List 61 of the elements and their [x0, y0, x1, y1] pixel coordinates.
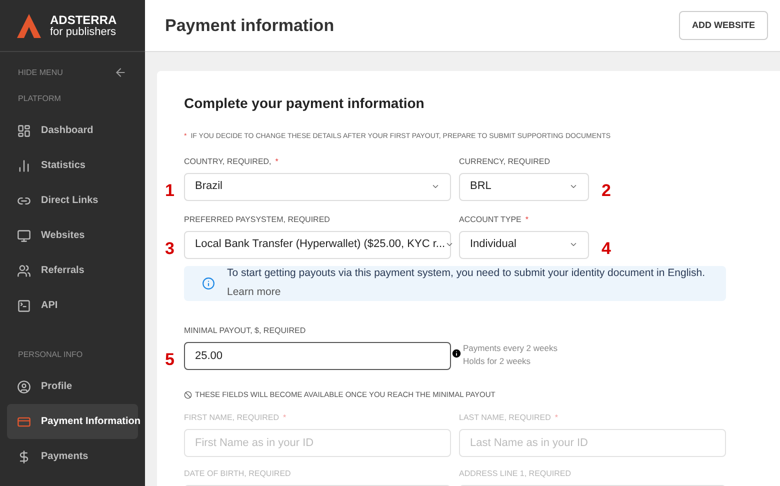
- select-field[interactable]: BRL: [459, 172, 589, 200]
- input-field[interactable]: 25.00: [184, 342, 451, 370]
- blocked-icon: [184, 390, 192, 399]
- section-title: PERSONAL INFO: [17, 349, 84, 361]
- logo-icon: [16, 12, 42, 38]
- page-title: Payment information: [165, 14, 334, 37]
- section-title: PLATFORM: [17, 93, 62, 105]
- nav-icon: [17, 380, 31, 394]
- hide-menu-label[interactable]: HIDE MENU: [18, 66, 63, 78]
- field-label: FIRST NAME, REQUIRED: [184, 412, 279, 424]
- nav-item[interactable]: Statistics: [7, 148, 138, 183]
- nav-item[interactable]: Payment Information: [7, 404, 138, 439]
- annotation-number: 2: [602, 182, 611, 198]
- nav-item[interactable]: Payments: [7, 439, 138, 474]
- card-title: Complete your payment information: [184, 94, 426, 113]
- nav-item[interactable]: API: [7, 288, 138, 323]
- nav-icon: [17, 264, 31, 278]
- annotation-number: 4: [602, 240, 611, 256]
- annotation-number: 3: [165, 240, 174, 256]
- select-field[interactable]: Brazil: [184, 172, 451, 200]
- field-label: CURRENCY, REQUIRED: [459, 156, 550, 168]
- info-icon: [451, 348, 462, 359]
- required-mark: *: [275, 156, 278, 168]
- add-website-button[interactable]: ADD WEBSITE: [679, 11, 768, 40]
- payout-hint: Payments every 2 weeks: [463, 342, 558, 355]
- field-label: DATE OF BIRTH, REQUIRED: [184, 468, 291, 480]
- field-label: COUNTRY, REQUIRED,: [184, 156, 272, 168]
- select-field[interactable]: Individual: [459, 230, 589, 258]
- nav-icon: [17, 450, 31, 464]
- required-mark: *: [554, 412, 558, 424]
- select-field[interactable]: Local Bank Transfer (Hyperwallet) ($25.00, KYC r...: [184, 230, 451, 258]
- field-label: ACCOUNT TYPE: [459, 214, 522, 226]
- info-icon: [202, 276, 215, 290]
- annotation-number: 1: [165, 182, 174, 198]
- field-label: LAST NAME, REQUIRED: [459, 412, 551, 424]
- nav-icon: [17, 414, 31, 428]
- info-text: To start getting payouts via this payment system, you need to submit your identity document in English.: [227, 266, 705, 280]
- field-label: PREFERRED PAYSYSTEM, REQUIRED: [184, 214, 330, 226]
- logo-name: ADSTERRA: [50, 14, 117, 26]
- nav-item[interactable]: Profile: [7, 369, 138, 404]
- nav-icon: [17, 124, 31, 138]
- nav-item[interactable]: Websites: [7, 218, 138, 253]
- nav-icon: [17, 158, 31, 172]
- learn-more-link[interactable]: Learn more: [227, 285, 705, 301]
- caret-icon: [569, 240, 578, 249]
- nav-item[interactable]: Dashboard: [7, 113, 138, 148]
- required-mark: *: [525, 214, 529, 226]
- annotation-number: 5: [165, 351, 174, 368]
- nav-item[interactable]: Direct Links: [7, 183, 138, 218]
- payout-hint: Holds for 2 weeks: [463, 355, 532, 368]
- field-label: MINIMAL PAYOUT, $, REQUIRED: [184, 325, 306, 337]
- caret-icon: [445, 240, 454, 249]
- logo-tagline: for publishers: [50, 26, 117, 38]
- nav-icon: [17, 228, 31, 242]
- nav-icon: [17, 298, 31, 312]
- arrow-left-icon[interactable]: [114, 66, 127, 79]
- caret-icon: [569, 182, 578, 191]
- caret-icon: [431, 182, 440, 191]
- field-label: ADDRESS LINE 1, REQUIRED: [459, 468, 572, 480]
- required-mark: *: [282, 412, 286, 424]
- nav-item[interactable]: Referrals: [7, 253, 138, 288]
